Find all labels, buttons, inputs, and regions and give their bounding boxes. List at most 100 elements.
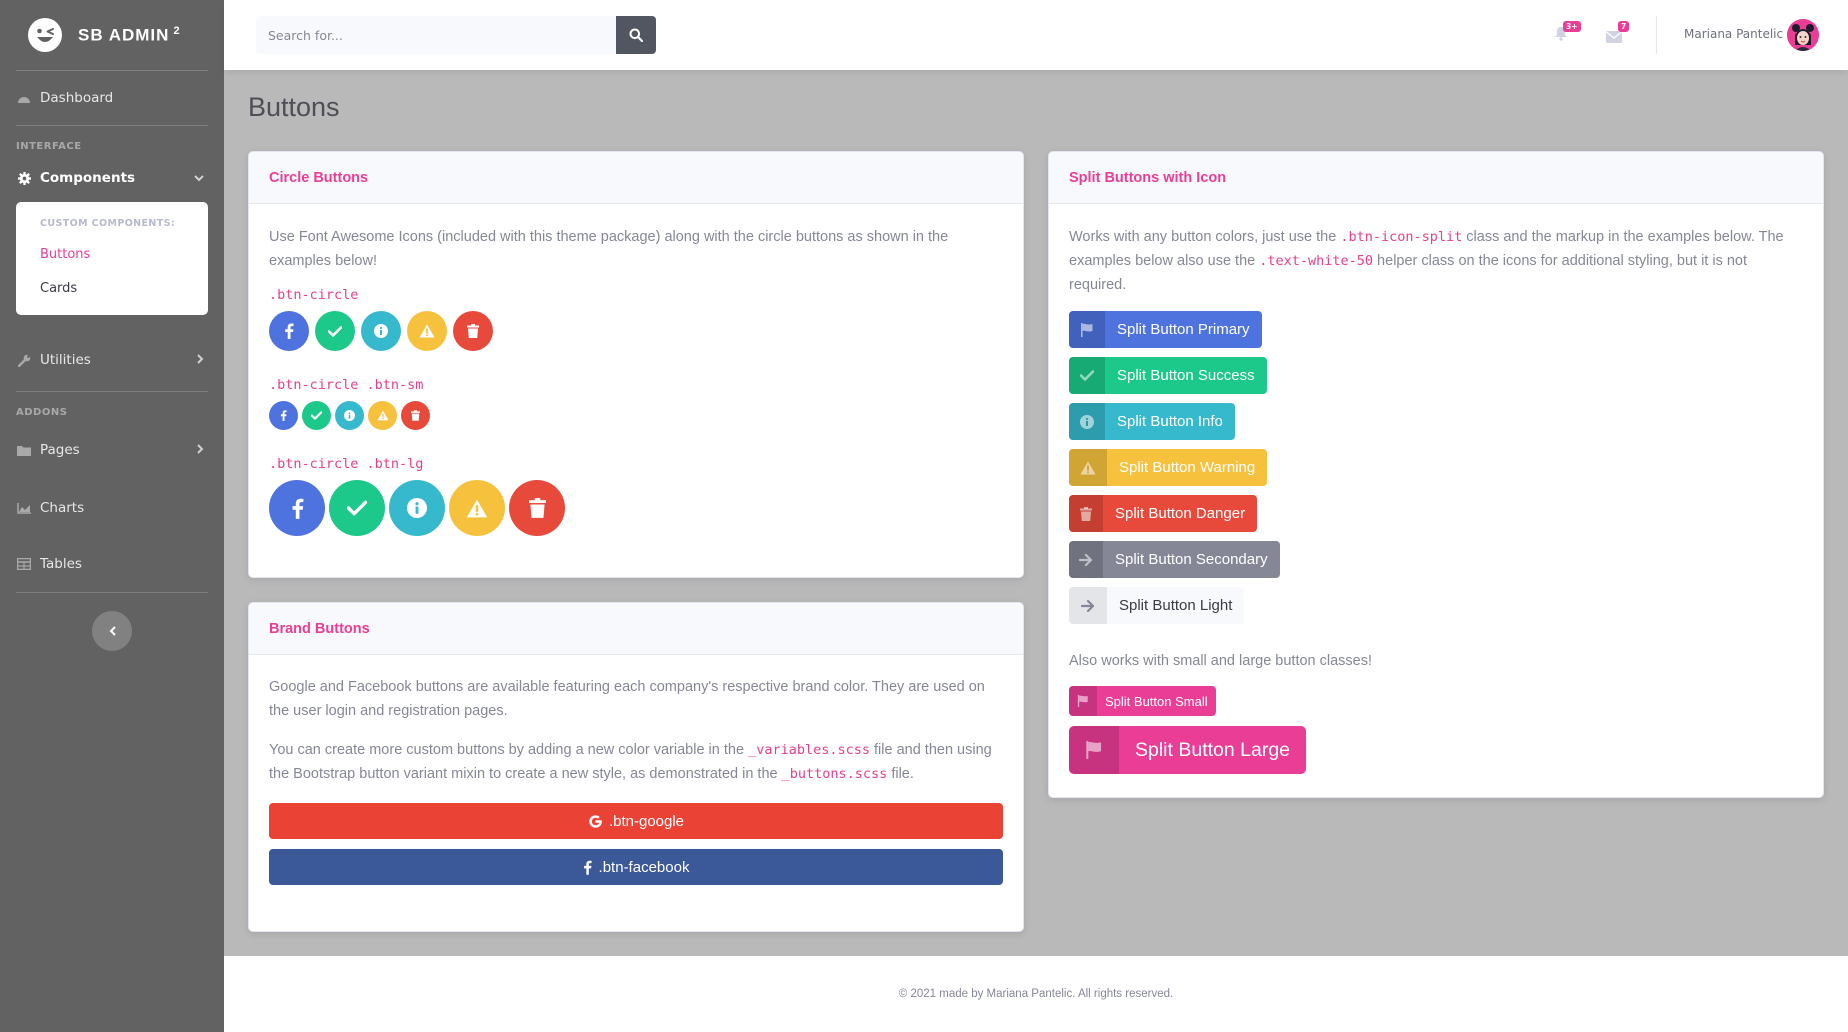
wrench-icon xyxy=(16,352,32,368)
split-button-label: Split Button Light xyxy=(1119,597,1233,614)
card-title: Circle Buttons xyxy=(269,169,369,186)
alerts-dropdown[interactable]: 3+ xyxy=(1554,21,1581,45)
facebook-button-label: .btn-facebook xyxy=(598,858,690,876)
circle-button-facebook-lg[interactable] xyxy=(269,480,325,536)
circle-button-facebook-sm[interactable] xyxy=(269,401,298,430)
envelope-icon xyxy=(1606,31,1622,43)
submenu-item-buttons[interactable]: Buttons xyxy=(16,237,208,271)
facebook-icon xyxy=(280,410,287,421)
circle-button-info[interactable] xyxy=(361,311,401,351)
check-icon xyxy=(311,411,322,420)
messages-dropdown[interactable]: 7 xyxy=(1606,21,1630,47)
search-input[interactable] xyxy=(256,16,616,54)
circle-button-trash-lg[interactable] xyxy=(509,480,565,536)
trash-icon xyxy=(1069,495,1103,532)
sidebar-item-label: Pages xyxy=(40,442,80,458)
info-icon xyxy=(407,498,427,518)
split-button-danger[interactable]: Split Button Danger xyxy=(1069,495,1258,532)
split-button-label: Split Button Info xyxy=(1117,413,1223,430)
card-header: Circle Buttons xyxy=(249,152,1023,204)
sidebar-heading: INTERFACE xyxy=(16,141,82,152)
circle-button-check-lg[interactable] xyxy=(329,480,385,536)
circle-button-check[interactable] xyxy=(315,311,355,351)
user-name[interactable]: Mariana Pantelic xyxy=(1684,27,1783,41)
alerts-badge: 3+ xyxy=(1563,21,1581,32)
split-button-label: Split Button Danger xyxy=(1115,505,1246,522)
circle-button-warning-lg[interactable] xyxy=(449,480,505,536)
brand-name: SB ADMIN 2 xyxy=(78,24,181,45)
trash-icon xyxy=(528,498,546,518)
circle-button-facebook[interactable] xyxy=(269,311,309,351)
brand-buttons-card: Brand Buttons Google and Facebook button… xyxy=(248,602,1024,932)
folder-icon xyxy=(16,442,32,458)
circle-buttons-large xyxy=(269,480,1003,536)
card-title: Split Buttons with Icon xyxy=(1069,169,1227,186)
sidebar-item-label: Tables xyxy=(40,556,82,572)
google-button[interactable]: .btn-google xyxy=(269,803,1003,839)
sidebar-item-pages[interactable]: Pages xyxy=(0,420,224,480)
circle-button-trash[interactable] xyxy=(453,311,493,351)
text-segment: Works with any button colors, just use t… xyxy=(1069,229,1341,245)
split-button-success[interactable]: Split Button Success xyxy=(1069,357,1267,394)
submenu-header: CUSTOM COMPONENTS: xyxy=(40,218,176,229)
sidebar-item-charts[interactable]: Charts xyxy=(0,480,224,536)
card-description: Use Font Awesome Icons (included with th… xyxy=(269,229,949,269)
facebook-icon xyxy=(285,323,294,339)
sidebar-toggle-button[interactable] xyxy=(92,611,132,651)
text-segment: file. xyxy=(887,766,914,782)
split-buttons-card: Split Buttons with Icon Works with any b… xyxy=(1048,151,1824,798)
sidebar-divider xyxy=(16,592,208,593)
sidebar-item-utilities[interactable]: Utilities xyxy=(0,315,224,391)
sidebar-item-dashboard[interactable]: Dashboard xyxy=(0,71,224,125)
code-label: .btn-circle .btn-sm xyxy=(269,377,424,393)
tachometer-icon xyxy=(16,90,32,106)
code-label: .btn-circle xyxy=(269,287,359,303)
chevron-right-icon xyxy=(197,442,204,458)
facebook-icon xyxy=(583,860,592,875)
sidebar-item-label: Dashboard xyxy=(40,90,114,106)
check-icon xyxy=(328,325,342,337)
split-button-primary[interactable]: Split Button Primary xyxy=(1069,311,1262,348)
split-button-info[interactable]: Split Button Info xyxy=(1069,403,1235,440)
circle-button-info-sm[interactable] xyxy=(335,401,364,430)
split-button-label: Split Button Secondary xyxy=(1115,551,1268,568)
circle-button-check-sm[interactable] xyxy=(302,401,331,430)
split-button-warning[interactable]: Split Button Warning xyxy=(1069,449,1268,486)
trash-icon xyxy=(467,324,479,338)
google-icon xyxy=(589,814,602,828)
info-icon xyxy=(1069,403,1105,440)
warning-icon xyxy=(376,410,389,421)
chevron-down-icon xyxy=(194,170,204,186)
sidebar-item-label: Utilities xyxy=(40,352,91,368)
circle-button-info-lg[interactable] xyxy=(389,480,445,536)
messages-badge: 7 xyxy=(1618,21,1630,32)
flag-icon xyxy=(1069,726,1119,774)
split-buttons-sizes: Split Button Small Split Button Large xyxy=(1069,686,1803,783)
circle-button-warning[interactable] xyxy=(407,311,447,351)
table-icon xyxy=(16,556,32,572)
circle-buttons-default xyxy=(269,311,1003,351)
card-note: Also works with small and large button c… xyxy=(1069,653,1373,669)
split-button-light[interactable]: Split Button Light xyxy=(1069,587,1245,624)
sidebar-item-tables[interactable]: Tables xyxy=(0,536,224,592)
sidebar-item-components[interactable]: Components xyxy=(0,154,224,202)
card-body: Use Font Awesome Icons (included with th… xyxy=(249,204,1023,556)
card-body: Works with any button colors, just use t… xyxy=(1049,204,1823,803)
search-button[interactable] xyxy=(616,16,656,54)
circle-button-warning-sm[interactable] xyxy=(368,401,397,430)
sidebar-item-label: Components xyxy=(40,170,136,186)
circle-buttons-card: Circle Buttons Use Font Awesome Icons (i… xyxy=(248,151,1024,578)
warning-icon xyxy=(466,499,488,517)
submenu-item-cards[interactable]: Cards xyxy=(16,271,208,305)
split-button-label: Split Button Warning xyxy=(1119,459,1256,476)
split-button-large[interactable]: Split Button Large xyxy=(1069,726,1307,774)
sidebar-brand[interactable]: SB ADMIN 2 xyxy=(0,0,224,70)
split-button-secondary[interactable]: Split Button Secondary xyxy=(1069,541,1280,578)
card-title: Brand Buttons xyxy=(269,620,370,637)
warning-icon xyxy=(1069,449,1107,486)
topbar: 3+ 7 Mariana Pantelic xyxy=(224,0,1848,70)
avatar[interactable] xyxy=(1787,19,1819,51)
circle-button-trash-sm[interactable] xyxy=(401,401,430,430)
split-button-small[interactable]: Split Button Small xyxy=(1069,686,1216,716)
facebook-button[interactable]: .btn-facebook xyxy=(269,849,1003,885)
